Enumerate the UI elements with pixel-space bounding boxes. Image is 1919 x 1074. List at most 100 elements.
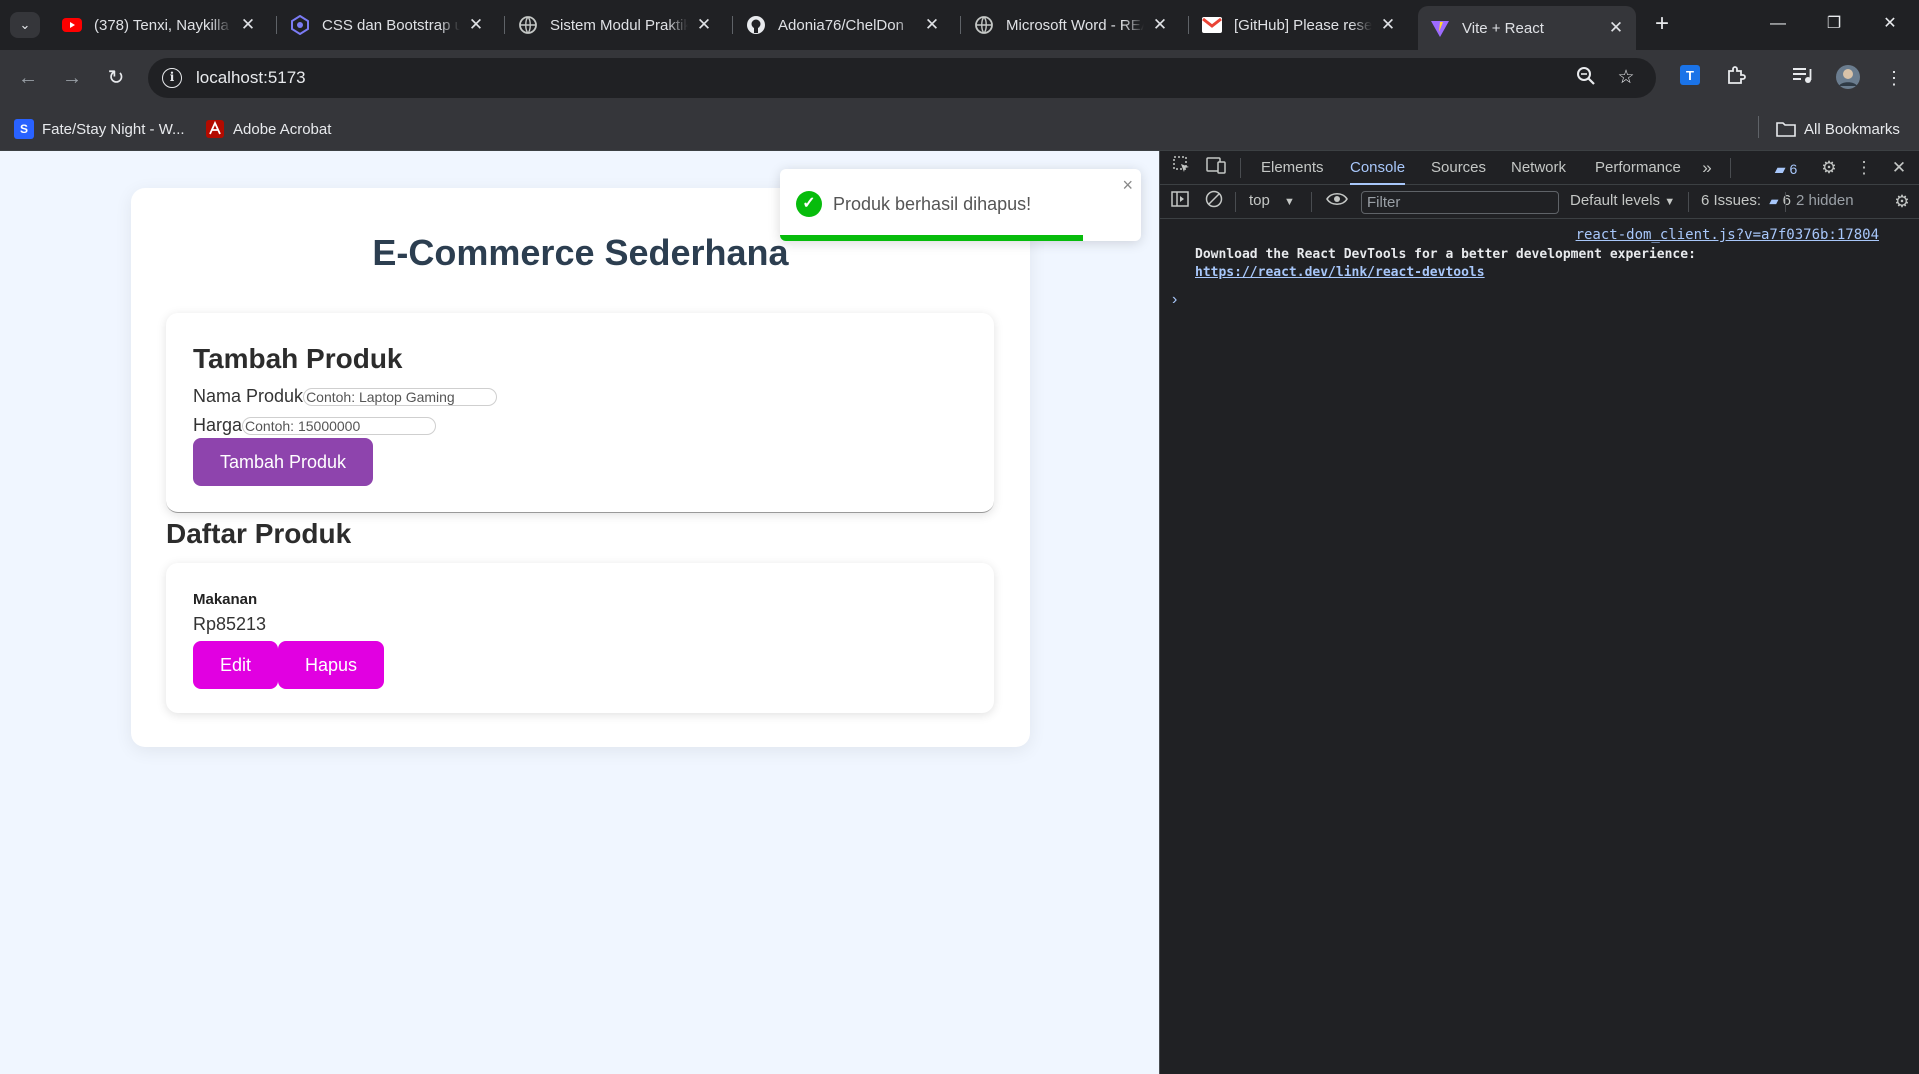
browser-tab[interactable]: [GitHub] Please reset your ✕ xyxy=(1190,6,1408,44)
issues-badge-count: 6 xyxy=(1789,161,1798,177)
devtools-tab-sources[interactable]: Sources xyxy=(1431,151,1486,185)
toast-close-button[interactable]: × xyxy=(1122,175,1133,196)
console-message-link[interactable]: https://react.dev/link/react-devtools xyxy=(1195,264,1696,282)
globe-icon xyxy=(974,15,994,35)
edit-button[interactable]: Edit xyxy=(193,641,278,689)
acrobat-icon xyxy=(205,119,225,139)
product-list-title: Daftar Produk xyxy=(166,518,352,549)
delete-button[interactable]: Hapus xyxy=(278,641,384,689)
caret-down-icon: ▼ xyxy=(1284,196,1295,208)
svg-text:T: T xyxy=(1686,68,1694,83)
close-icon[interactable]: ✕ xyxy=(1606,18,1626,38)
issues-counter[interactable]: 6 Issues: ▰ 6 xyxy=(1701,192,1791,209)
message-icon: ▰ xyxy=(1769,194,1779,208)
bookmark-label: Adobe Acrobat xyxy=(233,120,332,138)
console-prompt-chevron-icon[interactable]: › xyxy=(1172,291,1177,309)
browser-menu-icon[interactable]: ⋮ xyxy=(1880,64,1908,92)
toast-message: Produk berhasil dihapus! xyxy=(833,194,1032,214)
check-circle-icon: ✓ xyxy=(796,191,822,217)
extensions-puzzle-icon[interactable] xyxy=(1722,64,1750,92)
devtools-tab-console[interactable]: Console xyxy=(1350,151,1406,185)
console-message: Download the React DevTools for a better… xyxy=(1195,246,1696,282)
folder-icon xyxy=(1776,119,1796,139)
restore-button[interactable]: ❐ xyxy=(1811,8,1857,40)
devtools-menu-icon[interactable]: ⋮ xyxy=(1852,156,1876,180)
bookmark-star-icon[interactable]: ☆ xyxy=(1614,66,1638,90)
media-controls-icon[interactable] xyxy=(1788,64,1816,92)
name-row: Nama Produk xyxy=(193,386,498,407)
devtools-tab-performance[interactable]: Performance xyxy=(1595,151,1681,185)
inspect-element-icon[interactable] xyxy=(1170,156,1194,180)
reload-button[interactable]: ↻ xyxy=(102,64,130,92)
console-source-link[interactable]: react-dom_client.js?v=a7f0376b:17804 xyxy=(1576,227,1879,243)
toast-progress-bar xyxy=(780,235,1084,241)
close-icon[interactable]: ✕ xyxy=(1150,15,1170,35)
tab-search-button[interactable]: ⌄ xyxy=(10,12,40,38)
issues-badge[interactable]: ▰ 6 xyxy=(1766,157,1806,181)
tab-title: [GitHub] Please reset your xyxy=(1234,16,1372,34)
gmail-icon xyxy=(1202,15,1222,35)
close-devtools-icon[interactable]: ✕ xyxy=(1887,156,1911,180)
new-tab-button[interactable]: + xyxy=(1648,11,1676,39)
add-product-button[interactable]: Tambah Produk xyxy=(193,438,373,486)
page-viewport: E-Commerce Sederhana Tambah Produk Nama … xyxy=(0,151,1159,1074)
product-price: Rp85213 xyxy=(193,614,267,634)
restore-icon: ❐ xyxy=(1826,15,1842,32)
url-text[interactable]: localhost:5173 xyxy=(196,68,306,88)
product-name-input[interactable] xyxy=(303,387,498,406)
site-icon: S xyxy=(14,119,34,139)
bookmark-item[interactable]: Adobe Acrobat xyxy=(205,117,331,141)
tab-title: Microsoft Word - REACT xyxy=(1006,16,1144,34)
back-button[interactable]: ← xyxy=(14,64,42,92)
browser-tab[interactable]: Sistem Modul Praktikum ✕ xyxy=(506,6,724,44)
more-tabs-icon[interactable]: » xyxy=(1695,156,1719,180)
sidebar-toggle-icon[interactable] xyxy=(1168,190,1192,214)
browser-tab[interactable]: Adonia76/ChelDon ✕ xyxy=(734,6,952,44)
console-filter-input[interactable]: Filter xyxy=(1361,191,1559,214)
close-icon[interactable]: ✕ xyxy=(466,15,486,35)
product-name: Makanan xyxy=(193,591,258,608)
close-icon[interactable]: ✕ xyxy=(1378,15,1398,35)
browser-tab[interactable]: (378) Tenxi, Naykilla & Jemsii ✕ xyxy=(50,6,268,44)
tab-title: CSS dan Bootstrap untuk xyxy=(322,16,460,34)
profile-avatar[interactable] xyxy=(1834,64,1862,92)
site-info-icon[interactable]: i xyxy=(162,68,182,88)
youtube-icon xyxy=(62,15,82,35)
product-price-input[interactable] xyxy=(242,416,437,435)
close-icon[interactable]: ✕ xyxy=(694,15,714,35)
context-value: top xyxy=(1249,192,1270,209)
browser-tab-active[interactable]: Vite + React ✕ xyxy=(1418,6,1636,50)
tab-title: Sistem Modul Praktikum xyxy=(550,16,688,34)
zoom-icon[interactable] xyxy=(1574,66,1598,90)
console-settings-gear-icon[interactable]: ⚙ xyxy=(1890,190,1914,214)
clear-console-icon[interactable] xyxy=(1202,190,1226,214)
devtools-panel: Elements Console Sources Network Perform… xyxy=(1159,151,1919,1074)
tab-title: Adonia76/ChelDon xyxy=(778,16,904,34)
devtools-tab-network[interactable]: Network xyxy=(1511,151,1566,185)
bookmarks-bar: S Fate/Stay Night - W... Adobe Acrobat A… xyxy=(0,106,1919,151)
add-product-form: Tambah Produk Nama Produk Harga Tambah P… xyxy=(166,313,994,513)
translate-extension-icon[interactable]: T xyxy=(1676,64,1704,92)
minimize-icon: — xyxy=(1770,15,1786,32)
forward-button[interactable]: → xyxy=(58,64,86,92)
console-message-text: Download the React DevTools for a better… xyxy=(1195,247,1696,262)
close-window-button[interactable]: ✕ xyxy=(1867,8,1913,40)
live-expression-eye-icon[interactable] xyxy=(1325,190,1349,214)
device-toolbar-icon[interactable] xyxy=(1204,156,1228,180)
close-icon[interactable]: ✕ xyxy=(238,15,258,35)
all-bookmarks-button[interactable]: All Bookmarks xyxy=(1776,117,1900,141)
hidden-count: 2 hidden xyxy=(1796,192,1854,209)
settings-gear-icon[interactable]: ⚙ xyxy=(1817,156,1841,180)
context-selector[interactable]: top ▼ xyxy=(1249,192,1295,209)
bookmark-item[interactable]: S Fate/Stay Night - W... xyxy=(14,117,185,141)
log-levels-dropdown[interactable]: Default levels ▼ xyxy=(1570,192,1675,209)
plus-icon: + xyxy=(1654,10,1669,37)
browser-tab[interactable]: Microsoft Word - REACT ✕ xyxy=(962,6,1180,44)
bookmark-label: Fate/Stay Night - W... xyxy=(42,120,185,138)
close-icon[interactable]: ✕ xyxy=(922,15,942,35)
browser-tab[interactable]: CSS dan Bootstrap untuk ✕ xyxy=(278,6,496,44)
devtools-tab-elements[interactable]: Elements xyxy=(1261,151,1324,185)
name-label: Nama Produk xyxy=(193,386,304,406)
minimize-button[interactable]: — xyxy=(1755,8,1801,40)
address-bar[interactable]: i localhost:5173 ☆ xyxy=(148,58,1656,98)
